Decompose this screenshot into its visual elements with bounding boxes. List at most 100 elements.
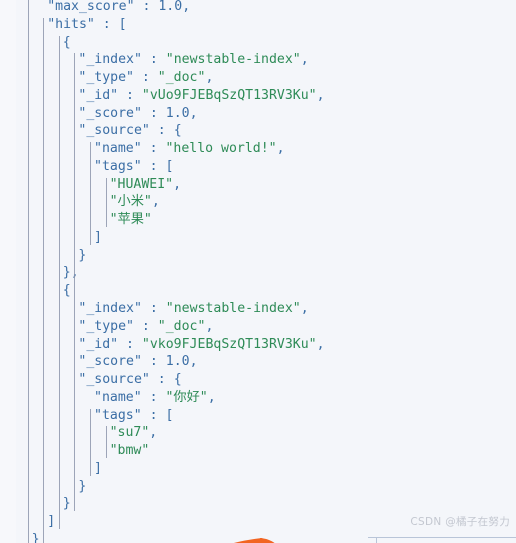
code-line[interactable]: "_id" : "vko9FJEBqSzQT13RV3Ku",	[0, 336, 516, 354]
code-line[interactable]: }	[0, 478, 516, 496]
code-token: ,	[189, 105, 198, 121]
code-token: ,	[151, 194, 160, 210]
code-token: :	[134, 0, 159, 14]
code-line-content: "_source" : {	[78, 371, 181, 389]
code-token: ,	[276, 141, 285, 157]
bottom-divider-tick	[376, 537, 377, 543]
code-token: :	[141, 389, 166, 405]
code-line-content: "_id" : "vko9FJEBqSzQT13RV3Ku",	[78, 336, 324, 354]
code-token: "_id"	[78, 87, 119, 103]
code-token: "_source"	[78, 123, 150, 139]
code-line[interactable]: },	[0, 264, 516, 282]
code-line-content: "name" : "你好",	[94, 389, 216, 407]
code-token: "_doc"	[157, 318, 206, 334]
code-line[interactable]: ]	[0, 229, 516, 247]
code-line-content: ]	[47, 513, 55, 531]
code-line[interactable]: }	[0, 247, 516, 265]
code-token: "vUo9FJEBqSzQT13RV3Ku"	[141, 87, 317, 103]
code-token: ,	[316, 336, 325, 352]
code-line[interactable]: ]	[0, 460, 516, 478]
code-token: "HUAWEI"	[109, 176, 174, 192]
code-line-content: "hits" : [	[47, 16, 126, 34]
code-token: :	[141, 354, 166, 370]
code-line[interactable]: "name" : "你好",	[0, 389, 516, 407]
code-line[interactable]: "bmw"	[0, 442, 516, 460]
code-token: ]	[47, 514, 56, 530]
code-line-content: "su7",	[110, 424, 158, 442]
code-line[interactable]: "tags" : [	[0, 158, 516, 176]
code-line-content: "_source" : {	[78, 122, 181, 140]
code-line[interactable]: "_source" : {	[0, 122, 516, 140]
code-line[interactable]: "HUAWEI",	[0, 176, 516, 194]
code-token: ,	[182, 0, 191, 14]
code-token: :	[141, 158, 166, 174]
code-line-content: "max_score" : 1.0,	[47, 0, 190, 16]
code-line-content: "tags" : [	[94, 158, 173, 176]
code-line-content: "小米",	[110, 193, 160, 211]
code-token: 1.0	[165, 354, 190, 370]
code-token: :	[141, 52, 166, 68]
code-token: ,	[207, 389, 216, 405]
code-line[interactable]: "_source" : {	[0, 371, 516, 389]
code-token: ,	[300, 301, 309, 317]
json-response-viewer[interactable]: "max_score" : 1.0, "hits" : [{"_index" : …	[0, 0, 516, 543]
code-line[interactable]: "hits" : [	[0, 16, 516, 34]
code-token: :	[118, 336, 142, 352]
code-line[interactable]: "_index" : "newstable-index",	[0, 51, 516, 69]
code-line[interactable]: }	[0, 495, 516, 513]
code-line[interactable]: "su7",	[0, 424, 516, 442]
code-token: :	[141, 301, 166, 317]
code-line[interactable]: "_type" : "_doc",	[0, 318, 516, 336]
code-token: "_score"	[78, 354, 142, 370]
code-line-content: "tags" : [	[94, 407, 173, 425]
code-token: ]	[94, 460, 102, 476]
indent-guide	[27, 0, 29, 543]
code-token: "vko9FJEBqSzQT13RV3Ku"	[141, 336, 317, 352]
code-token: ,	[316, 87, 325, 103]
code-line-content: "_score" : 1.0,	[78, 105, 197, 123]
code-line[interactable]: "_score" : 1.0,	[0, 105, 516, 123]
code-line-content: }	[63, 495, 71, 513]
code-token: "name"	[94, 141, 142, 157]
code-token: :	[141, 407, 166, 423]
code-token: :	[94, 16, 119, 32]
code-line[interactable]: "name" : "hello world!",	[0, 140, 516, 158]
indent-guide	[90, 408, 91, 476]
code-token: ,	[205, 70, 214, 86]
code-token: }	[62, 496, 71, 512]
code-token: "你好"	[165, 389, 208, 405]
code-line[interactable]: "小米",	[0, 193, 516, 211]
code-token: "hits"	[47, 16, 95, 32]
code-line-content: "_type" : "_doc",	[78, 318, 213, 336]
code-token: "bmw"	[109, 443, 150, 459]
code-line[interactable]: "_score" : 1.0,	[0, 353, 516, 371]
code-token: "name"	[94, 389, 142, 405]
code-line[interactable]: "_id" : "vUo9FJEBqSzQT13RV3Ku",	[0, 87, 516, 105]
code-line-content: },	[63, 264, 79, 282]
indent-guide	[43, 17, 45, 543]
code-line[interactable]: "苹果"	[0, 211, 516, 229]
code-token: :	[118, 87, 142, 103]
code-token: "tags"	[94, 158, 142, 174]
code-line[interactable]: {	[0, 282, 516, 300]
bottom-divider-rule	[368, 537, 516, 538]
code-token: ,	[205, 318, 214, 334]
code-line[interactable]: "tags" : [	[0, 407, 516, 425]
json-code-block[interactable]: "max_score" : 1.0, "hits" : [{"_index" : …	[0, 0, 516, 543]
code-token: {	[173, 372, 182, 388]
code-token: 1.0	[158, 0, 183, 14]
code-line[interactable]: {	[0, 34, 516, 52]
code-line[interactable]: "_type" : "_doc",	[0, 69, 516, 87]
indent-guide	[58, 35, 60, 530]
code-token: {	[62, 34, 71, 50]
code-token: "newstable-index"	[165, 301, 301, 317]
code-token: :	[133, 318, 158, 334]
code-line[interactable]: "max_score" : 1.0,	[0, 0, 516, 16]
code-line-content: "_index" : "newstable-index",	[78, 300, 308, 318]
code-line[interactable]: "_index" : "newstable-index",	[0, 300, 516, 318]
code-token: ]	[94, 229, 102, 245]
code-token: :	[149, 372, 174, 388]
code-token: :	[149, 123, 174, 139]
code-token: "_type"	[78, 318, 134, 334]
code-token: }	[62, 265, 71, 281]
